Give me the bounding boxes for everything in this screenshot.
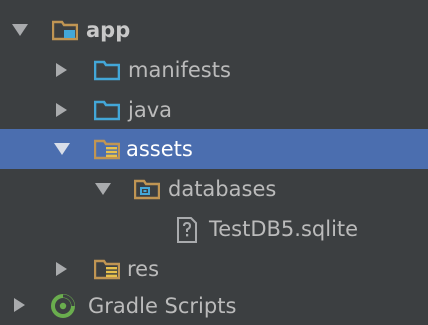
resource-folder-icon xyxy=(94,258,120,280)
tree-item-label: res xyxy=(127,257,160,281)
tree-item-label: Gradle Scripts xyxy=(88,294,237,318)
collapse-arrow-icon[interactable] xyxy=(54,143,70,155)
tree-item-label: databases xyxy=(168,177,277,201)
tree-item-res[interactable]: res xyxy=(0,249,428,289)
folder-icon xyxy=(94,99,120,121)
tree-item-testdb5-sqlite[interactable]: TestDB5.sqlite xyxy=(0,209,428,249)
tree-item-label: assets xyxy=(126,137,193,161)
unknown-file-icon xyxy=(176,217,198,243)
gradle-icon xyxy=(50,293,76,319)
project-tree: app manifests java assets databases Test… xyxy=(0,0,428,325)
expand-arrow-icon[interactable] xyxy=(56,103,67,117)
tree-item-manifests[interactable]: manifests xyxy=(0,50,428,90)
collapse-arrow-icon[interactable] xyxy=(95,183,111,195)
tree-item-assets[interactable]: assets xyxy=(0,129,428,169)
package-folder-icon xyxy=(134,178,160,200)
tree-item-label: TestDB5.sqlite xyxy=(209,217,359,241)
tree-item-databases[interactable]: databases xyxy=(0,169,428,209)
resource-folder-icon xyxy=(94,138,120,160)
folder-icon xyxy=(94,59,120,81)
tree-item-gradle-scripts[interactable]: Gradle Scripts xyxy=(0,285,428,325)
expand-arrow-icon[interactable] xyxy=(56,63,67,77)
expand-arrow-icon[interactable] xyxy=(56,262,67,276)
module-folder-icon xyxy=(52,19,78,41)
collapse-arrow-icon[interactable] xyxy=(12,24,28,36)
expand-arrow-icon[interactable] xyxy=(14,298,25,312)
tree-item-label: manifests xyxy=(128,58,231,82)
tree-item-label: app xyxy=(86,18,131,42)
tree-item-label: java xyxy=(128,98,172,122)
tree-item-java[interactable]: java xyxy=(0,90,428,130)
tree-item-app[interactable]: app xyxy=(0,10,428,50)
